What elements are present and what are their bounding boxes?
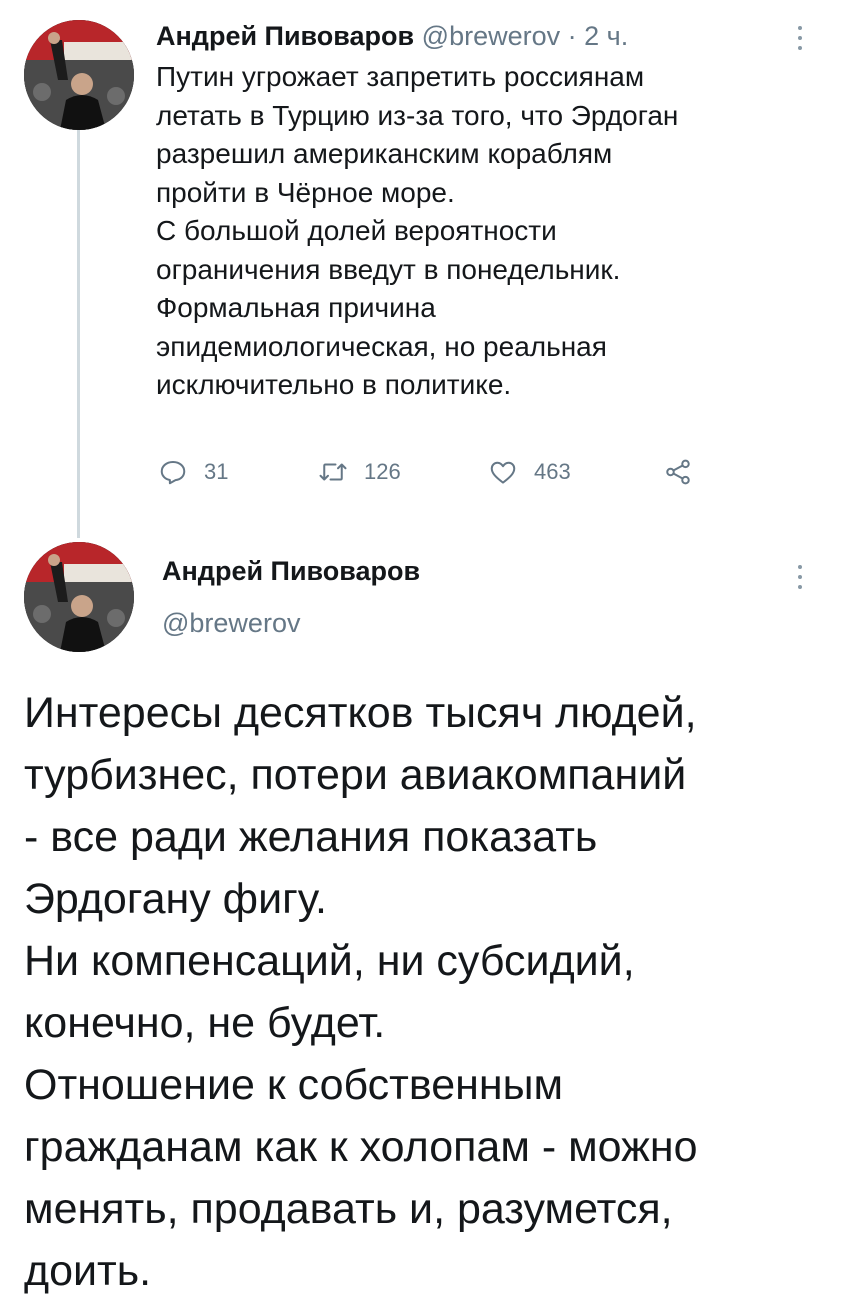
retweet-icon — [319, 463, 347, 481]
author-name[interactable]: Андрей Пивоваров — [156, 21, 414, 51]
author-handle[interactable]: @brewerov — [422, 21, 560, 51]
retweet-count: 126 — [364, 459, 401, 484]
like-icon — [490, 461, 516, 484]
reply-count: 31 — [204, 459, 229, 484]
thread-connector-line — [77, 128, 80, 538]
tweet-timestamp[interactable]: 2 ч. — [584, 21, 628, 51]
like-count: 463 — [534, 459, 571, 484]
author-avatar[interactable] — [24, 20, 134, 130]
avatar-photo — [24, 20, 134, 130]
author-handle[interactable]: @brewerov — [162, 605, 300, 641]
share-button[interactable] — [663, 452, 709, 492]
share-icon — [666, 459, 690, 485]
tweet-text: Интересы десятков тысяч людей, турбизнес… — [24, 689, 698, 1295]
like-button[interactable]: 463 — [488, 452, 571, 492]
reply-button[interactable]: 31 — [158, 452, 228, 492]
tweet-actions: 31 126 463 — [158, 452, 718, 492]
meta-separator: · — [560, 21, 585, 51]
author-avatar[interactable] — [24, 542, 134, 652]
author-name[interactable]: Андрей Пивоваров — [162, 553, 420, 589]
tweet-text: Путин угрожает запретить россиянам летат… — [156, 61, 679, 400]
reply-icon — [160, 461, 186, 485]
tweet-header: Андрей Пивоваров @brewerov · 2 ч. — [156, 18, 628, 54]
avatar-photo — [24, 542, 134, 652]
retweet-button[interactable]: 126 — [318, 452, 401, 492]
more-icon[interactable] — [796, 26, 804, 56]
more-icon[interactable] — [796, 565, 804, 595]
